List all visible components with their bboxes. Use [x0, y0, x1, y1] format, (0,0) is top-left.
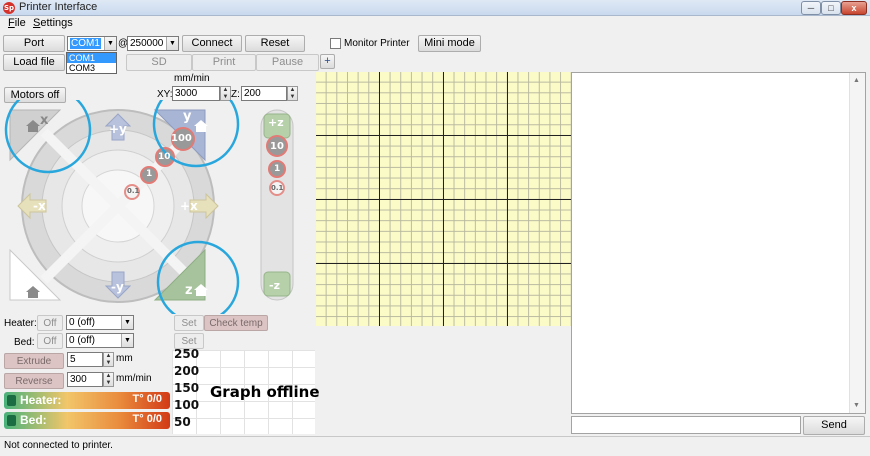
monitor-label: Monitor Printer — [344, 38, 410, 49]
bed-label: Bed: — [14, 337, 35, 348]
chevron-down-icon: ▼ — [121, 334, 133, 347]
bed-temp-select[interactable]: 0 (off) ▼ — [66, 333, 134, 348]
window-title: Printer Interface — [19, 1, 98, 13]
bed-marker-icon — [7, 415, 16, 426]
command-input[interactable] — [571, 416, 801, 434]
status-text: Not connected to printer. — [4, 440, 113, 451]
chevron-down-icon: ▼ — [104, 37, 116, 50]
xy-label: XY: — [157, 89, 173, 100]
send-button[interactable]: Send — [803, 416, 865, 435]
heater-temp-select[interactable]: 0 (off) ▼ — [66, 315, 134, 330]
z-step-10-label: 10 — [270, 141, 284, 152]
menu-settings[interactable]: Settings — [33, 17, 73, 29]
sd-button[interactable]: SD — [126, 54, 192, 71]
home-z-label: z — [185, 283, 193, 298]
extrude-button[interactable]: Extrude — [4, 353, 64, 369]
bed-temp-value: 0 (off) — [69, 335, 95, 346]
bed-temp-reading: T° 0/0 — [132, 413, 162, 425]
minimize-button[interactable]: ─ — [801, 1, 821, 15]
heater-temp-reading: T° 0/0 — [132, 393, 162, 405]
graph-tick: 100 — [174, 398, 200, 412]
heater-temp-value: 0 (off) — [69, 317, 95, 328]
minus-x-label: -x — [33, 199, 46, 213]
connect-button[interactable]: Connect — [182, 35, 242, 52]
add-macro-button[interactable]: + — [320, 54, 335, 69]
load-file-button[interactable]: Load file — [3, 54, 65, 71]
heater-set-button[interactable]: Set — [174, 315, 204, 331]
bed-temp-name: Bed: — [20, 413, 47, 427]
xy-feedrate-spinner[interactable]: ▲ ▼ — [220, 86, 231, 101]
status-bar: Not connected to printer. — [0, 436, 870, 456]
baud-select[interactable]: 250000 ▼ — [127, 36, 179, 51]
app-icon: Sp — [3, 2, 15, 14]
port-button[interactable]: Port — [3, 35, 65, 52]
extrude-speed-unit: mm/min — [116, 373, 152, 384]
z-step-1-label: 1 — [274, 164, 281, 174]
mini-mode-button[interactable]: Mini mode — [418, 35, 481, 52]
graph-tick: 150 — [174, 381, 200, 395]
pause-button[interactable]: Pause — [256, 54, 319, 71]
graph-tick: 250 — [174, 347, 200, 361]
port-select[interactable]: COM1 ▼ — [67, 36, 117, 51]
menu-file[interactable]: File — [8, 17, 26, 29]
step-1-label: 1 — [146, 169, 153, 179]
minus-z-label: -z — [269, 279, 280, 292]
home-y-label: y — [183, 109, 192, 124]
z-feedrate-spinner[interactable]: ▲ ▼ — [287, 86, 298, 101]
port-select-value: COM1 — [70, 38, 101, 49]
plus-z-label: +z — [268, 116, 284, 129]
home-x-label: x — [40, 113, 49, 128]
chevron-down-icon: ▼ — [121, 316, 133, 329]
extrude-speed-spinner[interactable]: ▲ ▼ — [103, 372, 114, 387]
close-button[interactable]: x — [841, 1, 867, 15]
xy-feedrate-input[interactable]: 3000 — [172, 86, 220, 101]
port-option[interactable]: COM3 — [67, 63, 116, 73]
port-dropdown-list: COM1 COM3 — [66, 52, 117, 74]
print-bed-grid — [316, 72, 572, 326]
reverse-button[interactable]: Reverse — [4, 373, 64, 389]
extrude-length-input[interactable]: 5 — [67, 352, 103, 367]
step-100-label: 100 — [171, 133, 192, 144]
plus-x-label: +x — [180, 199, 198, 213]
baud-select-value: 250000 — [130, 38, 164, 49]
title-bar: Sp Printer Interface ─ □ x — [0, 0, 870, 16]
z-step-01-label: 0.1 — [271, 184, 284, 192]
reset-button[interactable]: Reset — [245, 35, 305, 52]
extrude-speed-input[interactable]: 300 — [67, 372, 103, 387]
feedrate-unit: mm/min — [174, 73, 210, 84]
monitor-checkbox[interactable] — [330, 38, 341, 49]
step-10-label: 10 — [158, 152, 171, 162]
extrude-length-spinner[interactable]: ▲ ▼ — [103, 352, 114, 367]
menu-bar: File Settings — [0, 16, 870, 32]
jog-control-wheel[interactable] — [0, 100, 312, 314]
graph-tick: 200 — [174, 364, 200, 378]
z-label: Z: — [231, 89, 240, 100]
graph-status: Graph offline — [210, 383, 320, 401]
print-button[interactable]: Print — [192, 54, 256, 71]
log-scrollbar[interactable]: ▲ ▼ — [849, 73, 865, 413]
scroll-up-icon[interactable]: ▲ — [853, 77, 860, 84]
heater-marker-icon — [7, 395, 16, 406]
minus-y-label: -y — [111, 280, 124, 294]
graph-tick: 50 — [174, 415, 191, 429]
bed-off-button[interactable]: Off — [37, 333, 63, 349]
maximize-button[interactable]: □ — [821, 1, 841, 15]
step-01-label: 0.1 — [127, 187, 140, 195]
port-option[interactable]: COM1 — [67, 53, 116, 63]
heater-label: Heater: — [4, 318, 37, 329]
heater-off-button[interactable]: Off — [37, 315, 63, 331]
bed-temp-bar: Bed: T° 0/0 — [4, 412, 170, 429]
chevron-down-icon: ▼ — [166, 37, 178, 50]
heater-temp-name: Heater: — [20, 393, 62, 407]
scroll-down-icon[interactable]: ▼ — [853, 402, 860, 409]
heater-temp-bar: Heater: T° 0/0 — [4, 392, 170, 409]
z-feedrate-input[interactable]: 200 — [241, 86, 287, 101]
plus-y-label: +y — [109, 122, 127, 136]
check-temp-button[interactable]: Check temp — [204, 315, 268, 331]
extrude-unit: mm — [116, 353, 133, 364]
console-log: ▲ ▼ — [571, 72, 866, 414]
